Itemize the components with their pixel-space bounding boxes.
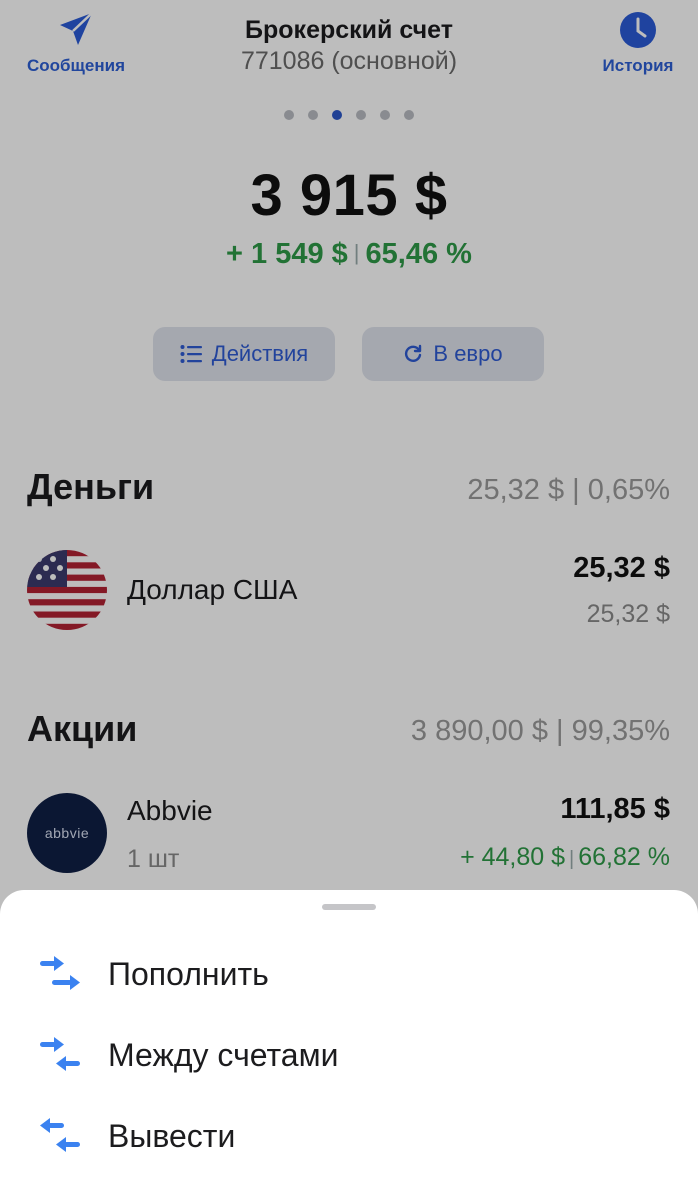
actions-bottom-sheet: Пополнить Между счетами Вывести — [0, 890, 698, 1200]
menu-item-withdraw[interactable]: Вывести — [38, 1106, 678, 1166]
menu-item-label: Пополнить — [108, 955, 269, 992]
transfer-out-icon — [40, 1118, 80, 1152]
transfer-between-icon — [40, 1037, 80, 1071]
menu-item-between-accounts[interactable]: Между счетами — [38, 1025, 678, 1085]
menu-item-deposit[interactable]: Пополнить — [38, 944, 678, 1004]
sheet-grab-handle[interactable] — [322, 904, 376, 910]
menu-item-label: Вывести — [108, 1117, 236, 1154]
transfer-in-icon — [40, 956, 80, 990]
menu-item-label: Между счетами — [108, 1036, 339, 1073]
